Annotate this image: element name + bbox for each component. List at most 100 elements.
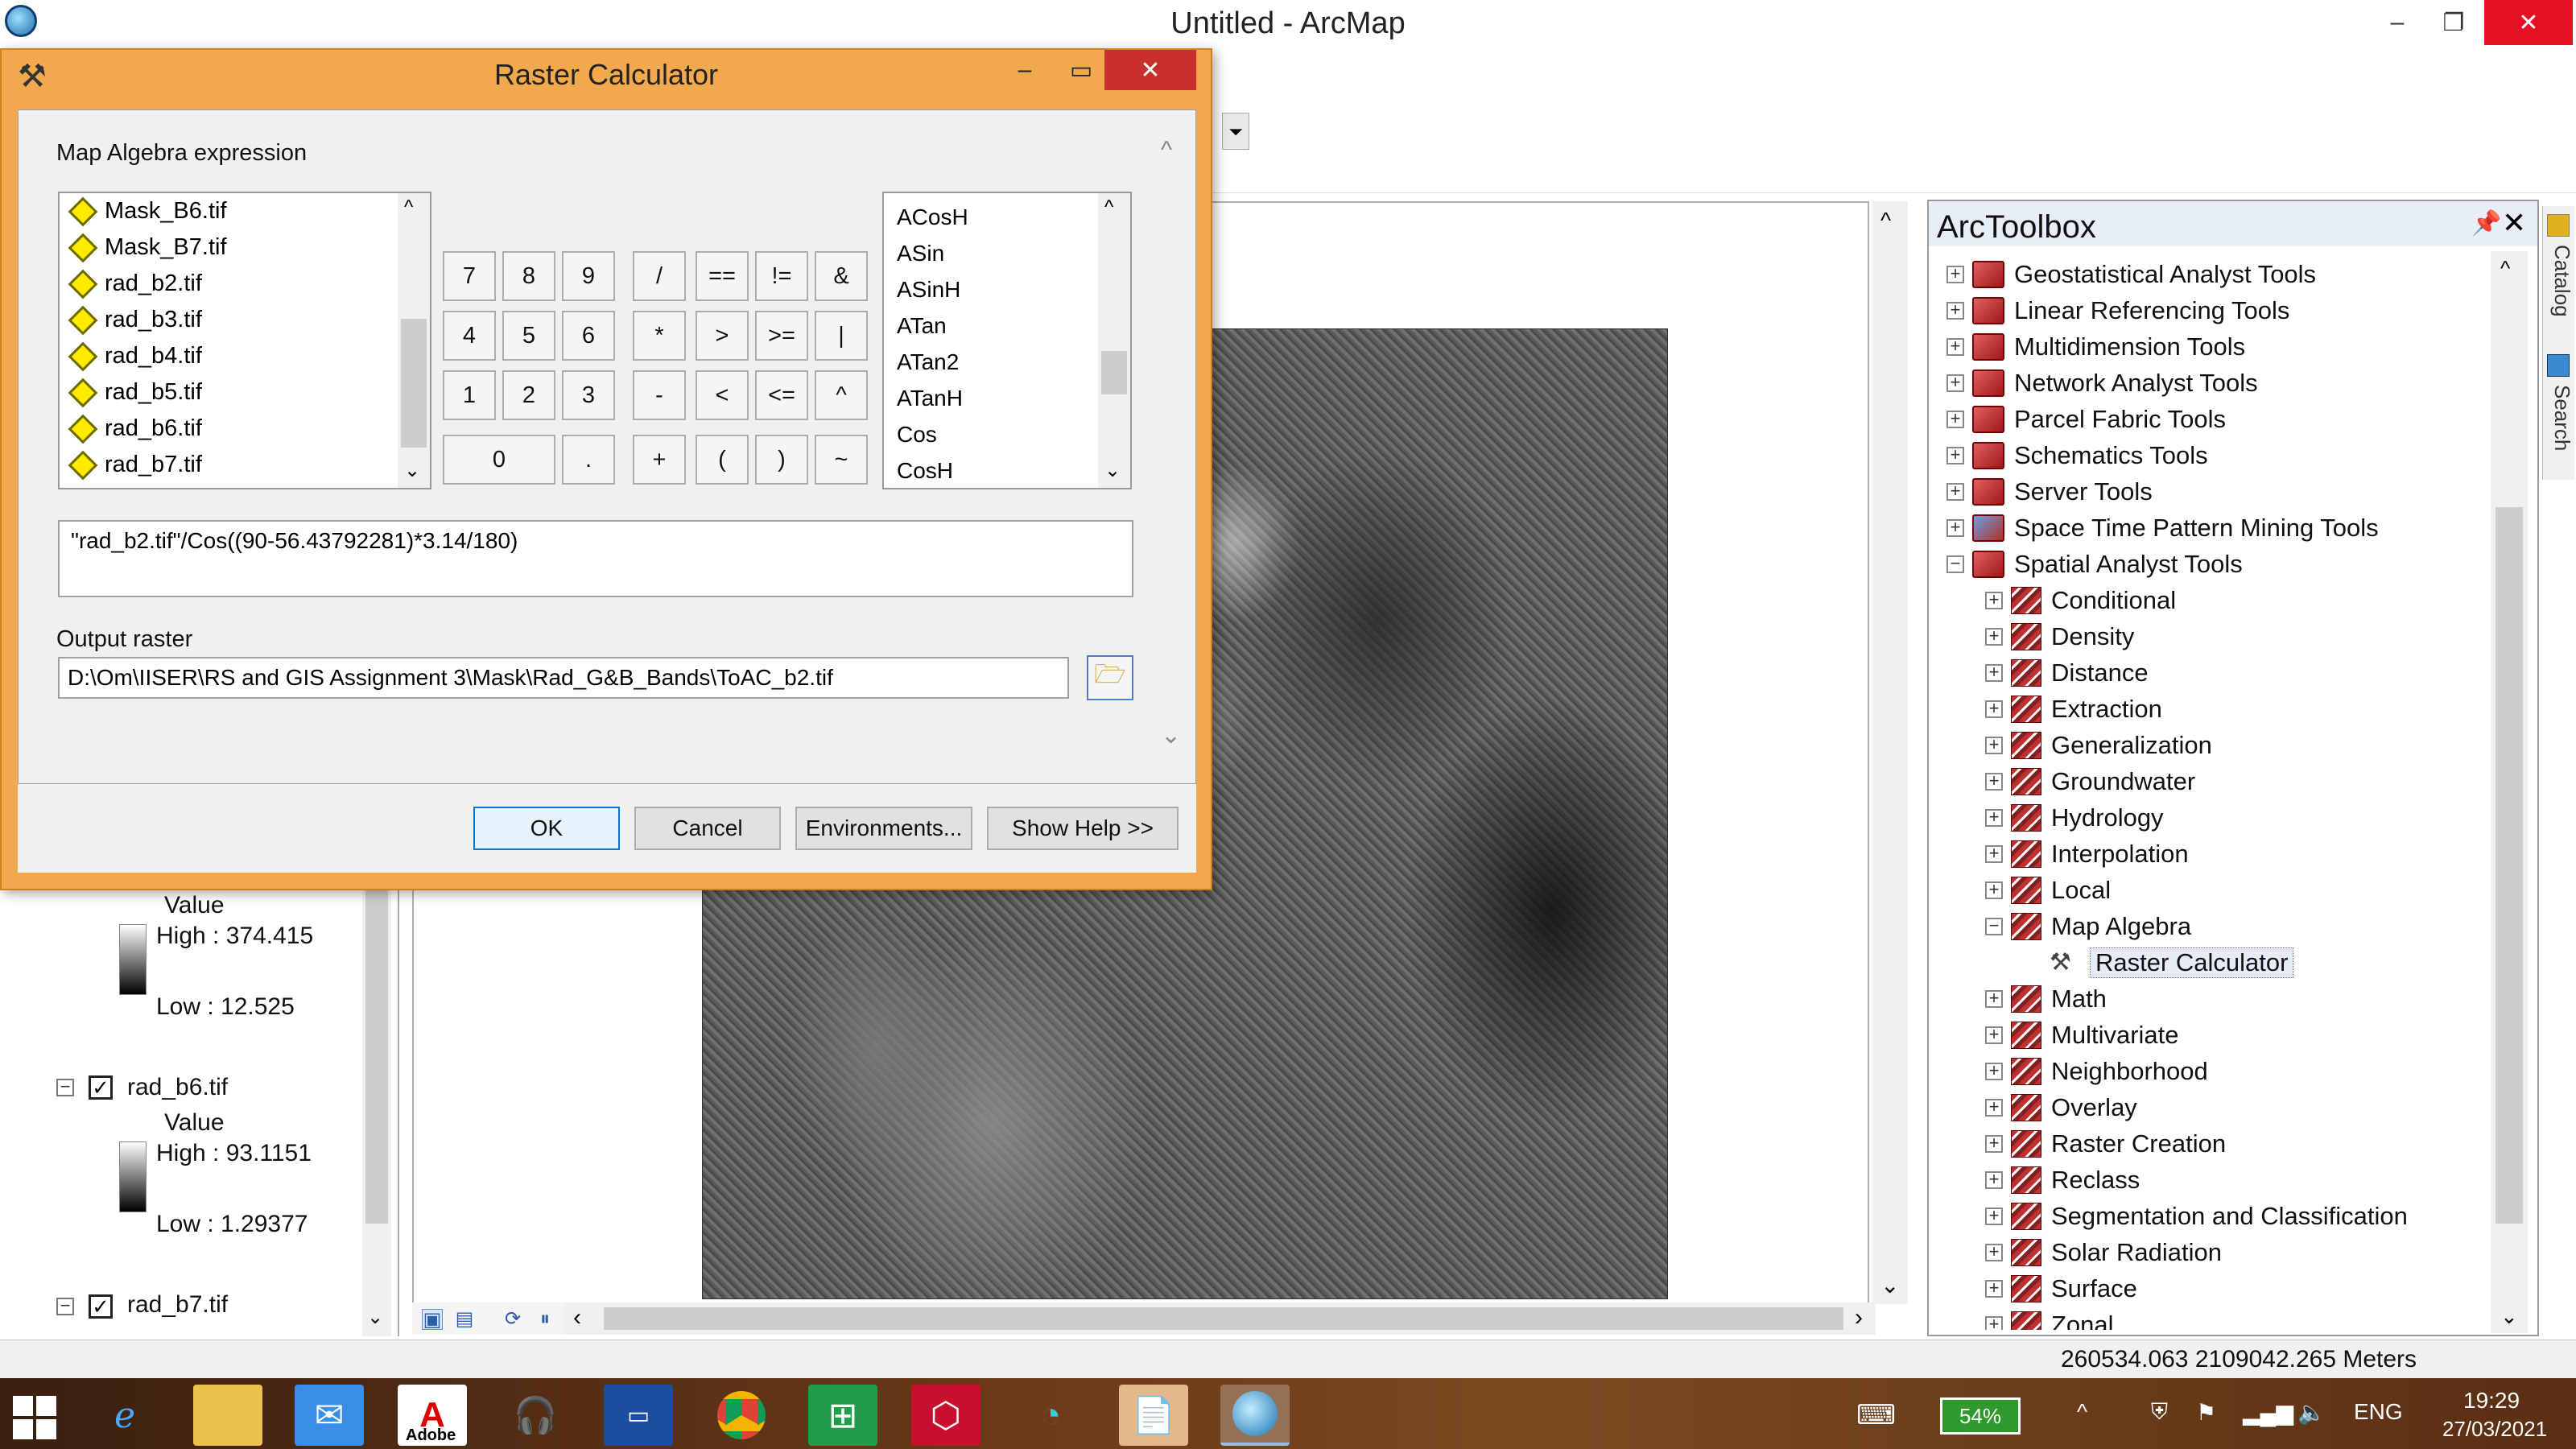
expand-icon[interactable]: + [1946, 300, 1964, 320]
clock-date[interactable]: 27/03/2021 [2442, 1417, 2547, 1442]
dialog-scrollbar[interactable] [1153, 113, 1193, 781]
scroll-down-icon[interactable]: ⌄ [1880, 1272, 1899, 1298]
expand-icon[interactable]: + [1985, 699, 2003, 718]
edge-icon[interactable]: ◔ [1016, 1385, 1085, 1446]
show-hidden-icons-icon[interactable]: ^ [2077, 1399, 2087, 1425]
scroll-down-icon[interactable]: ⌄ [2500, 1304, 2518, 1329]
ok-button[interactable]: OK [473, 807, 620, 850]
expand-icon[interactable]: + [1985, 1315, 2003, 1330]
cancel-button[interactable]: Cancel [634, 807, 781, 850]
layers-scrollbar-thumb[interactable] [401, 319, 427, 448]
catalog-icon[interactable] [2547, 214, 2570, 237]
data-view-icon[interactable]: ▣ [422, 1309, 443, 1331]
tree-item[interactable]: + Neighborhood [1985, 1053, 2208, 1089]
expand-icon[interactable]: + [1985, 844, 2003, 863]
tree-item[interactable]: + Zonal [1985, 1307, 2114, 1330]
tree-item[interactable]: + Surface [1985, 1270, 2137, 1307]
scroll-down-icon[interactable]: ⌄ [404, 459, 420, 482]
scroll-down-icon[interactable]: ⌄ [367, 1306, 383, 1329]
collapse-icon[interactable]: − [56, 1297, 74, 1315]
mail-icon[interactable]: ✉ [295, 1385, 364, 1446]
tree-item[interactable]: − Map Algebra [1985, 908, 2191, 944]
scroll-up-icon[interactable]: ^ [404, 196, 413, 219]
list-item[interactable]: ATanH [897, 386, 963, 411]
action-center-flag-icon[interactable]: ⚑ [2196, 1399, 2216, 1426]
show-help-button[interactable]: Show Help >> [987, 807, 1179, 850]
browse-folder-button[interactable]: 🗁 [1087, 655, 1133, 700]
tree-item[interactable]: + Raster Creation [1985, 1125, 2226, 1162]
scroll-up-icon[interactable]: ^ [1880, 208, 1891, 233]
functions-scrollbar[interactable] [1098, 193, 1130, 488]
functions-scrollbar-thumb[interactable] [1101, 351, 1127, 394]
expand-icon[interactable]: + [1985, 1133, 2003, 1153]
tree-item[interactable]: + Space Time Pattern Mining Tools [1946, 510, 2379, 546]
expand-icon[interactable]: + [1985, 663, 2003, 682]
expand-icon[interactable]: + [1985, 590, 2003, 609]
internet-explorer-icon[interactable]: ℯ [90, 1385, 159, 1446]
tree-item[interactable]: + Hydrology [1985, 799, 2164, 836]
tree-item[interactable]: + Multidimension Tools [1946, 328, 2245, 365]
file-explorer-icon[interactable] [193, 1385, 262, 1446]
tree-item[interactable]: + Math [1985, 980, 2107, 1017]
key-3[interactable]: 3 [562, 370, 615, 420]
expand-icon[interactable]: + [1985, 1097, 2003, 1117]
key-or[interactable]: | [815, 311, 868, 361]
key-6[interactable]: 6 [562, 311, 615, 361]
tree-item[interactable]: + Schematics Tools [1946, 437, 2208, 473]
scroll-left-icon[interactable]: ‹ [573, 1304, 581, 1331]
window-close-button[interactable]: ✕ [2484, 0, 2573, 45]
expand-icon[interactable]: + [1985, 1170, 2003, 1189]
pause-drawing-icon[interactable]: ⏸ [535, 1309, 555, 1330]
list-item[interactable]: ACosH [897, 204, 968, 230]
dialog-maximize-button[interactable]: ▭ [1055, 50, 1108, 90]
list-item[interactable]: rad_b6.tif [68, 411, 202, 447]
tree-item[interactable]: + Geostatistical Analyst Tools [1946, 256, 2316, 292]
list-item[interactable]: rad_b2.tif [68, 266, 202, 302]
list-item[interactable]: CosH [897, 458, 953, 484]
tree-item[interactable]: + Interpolation [1985, 836, 2189, 872]
expand-icon[interactable]: + [1946, 445, 1964, 464]
expand-icon[interactable]: + [1946, 373, 1964, 392]
key-2[interactable]: 2 [502, 370, 555, 420]
list-item[interactable]: Mask_B7.tif [68, 229, 227, 266]
layer-name-rad-b7[interactable]: rad_b7.tif [127, 1291, 228, 1319]
start-button[interactable] [13, 1396, 56, 1439]
tree-item[interactable]: − Spatial Analyst Tools [1946, 546, 2243, 582]
toolbox-scrollbar-thumb[interactable] [2496, 507, 2523, 1224]
tree-item[interactable]: + Extraction [1985, 691, 2162, 727]
expand-icon[interactable]: + [1946, 481, 1964, 501]
key-greater[interactable]: > [696, 311, 749, 361]
lenovo-icon[interactable]: ▭ [604, 1385, 673, 1446]
map-horizontal-thumb[interactable] [604, 1307, 1843, 1330]
key-less-equal[interactable]: <= [755, 370, 808, 420]
window-restore-button[interactable]: ❐ [2415, 0, 2492, 45]
environments-button[interactable]: Environments... [795, 807, 972, 850]
list-item[interactable]: ATan2 [897, 349, 959, 375]
language-indicator[interactable]: ENG [2354, 1399, 2403, 1425]
output-raster-input[interactable]: D:\Om\IISER\RS and GIS Assignment 3\Mask… [58, 657, 1069, 699]
key-multiply[interactable]: * [633, 311, 686, 361]
layer-visibility-checkbox[interactable]: ✓ [89, 1294, 113, 1319]
expand-icon[interactable]: + [1985, 1025, 2003, 1044]
functions-list[interactable]: ACosH ASin ASinH ATan ATan2 ATanH Cos Co… [882, 192, 1132, 489]
layer-name-rad-b6[interactable]: rad_b6.tif [127, 1074, 228, 1101]
expand-icon[interactable]: + [1985, 1061, 2003, 1080]
tree-item[interactable]: + Groundwater [1985, 763, 2195, 799]
list-item[interactable]: rad_b5.tif [68, 374, 202, 411]
expand-icon[interactable]: + [1985, 1278, 2003, 1298]
layer-visibility-checkbox[interactable]: ✓ [89, 1075, 113, 1100]
layout-view-icon[interactable]: ▤ [454, 1309, 475, 1330]
key-minus[interactable]: - [633, 370, 686, 420]
expand-icon[interactable]: + [1985, 807, 2003, 827]
expression-textbox[interactable]: "rad_b2.tif"/Cos((90-56.43792281)*3.14/1… [58, 520, 1133, 597]
tree-item[interactable]: + Solar Radiation [1985, 1234, 2222, 1270]
key-greater-equal[interactable]: >= [755, 311, 808, 361]
list-item[interactable]: ASin [897, 241, 944, 266]
tree-item[interactable]: + Parcel Fabric Tools [1946, 401, 2226, 437]
key-0[interactable]: 0 [443, 435, 555, 485]
layers-list[interactable]: Mask_B6.tif Mask_B7.tif rad_b2.tif rad_b… [58, 192, 431, 489]
volume-icon[interactable]: 🔈 [2297, 1399, 2326, 1426]
clock-time[interactable]: 19:29 [2463, 1388, 2520, 1414]
key-less[interactable]: < [696, 370, 749, 420]
catalog-tab[interactable]: Catalog [2544, 245, 2574, 341]
